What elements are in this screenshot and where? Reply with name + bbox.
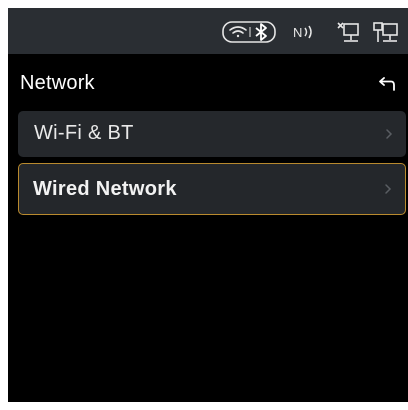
device-screen: N Network Wi-Fi & BT Wired Network: [8, 8, 408, 402]
menu-item-label: Wi-Fi & BT: [34, 122, 134, 144]
network-disconnected-icon: [337, 22, 359, 42]
network-connected-icon: [373, 22, 398, 42]
status-bar: N: [8, 8, 408, 54]
wifi-bluetooth-indicator: [222, 21, 276, 43]
menu-item-wired-network[interactable]: Wired Network: [18, 163, 406, 215]
page-header: Network: [8, 64, 408, 104]
chevron-right-icon: [386, 129, 393, 139]
nfc-icon: N: [293, 25, 312, 40]
back-arrow-icon[interactable]: [376, 74, 398, 94]
wifi-icon: [229, 26, 247, 38]
page-title: Network: [20, 72, 95, 94]
menu-item-wifi-bt[interactable]: Wi-Fi & BT: [18, 111, 406, 157]
svg-text:N: N: [293, 25, 302, 40]
menu-item-label: Wired Network: [33, 178, 177, 200]
bluetooth-icon: [255, 23, 267, 41]
chevron-right-icon: [385, 184, 392, 194]
